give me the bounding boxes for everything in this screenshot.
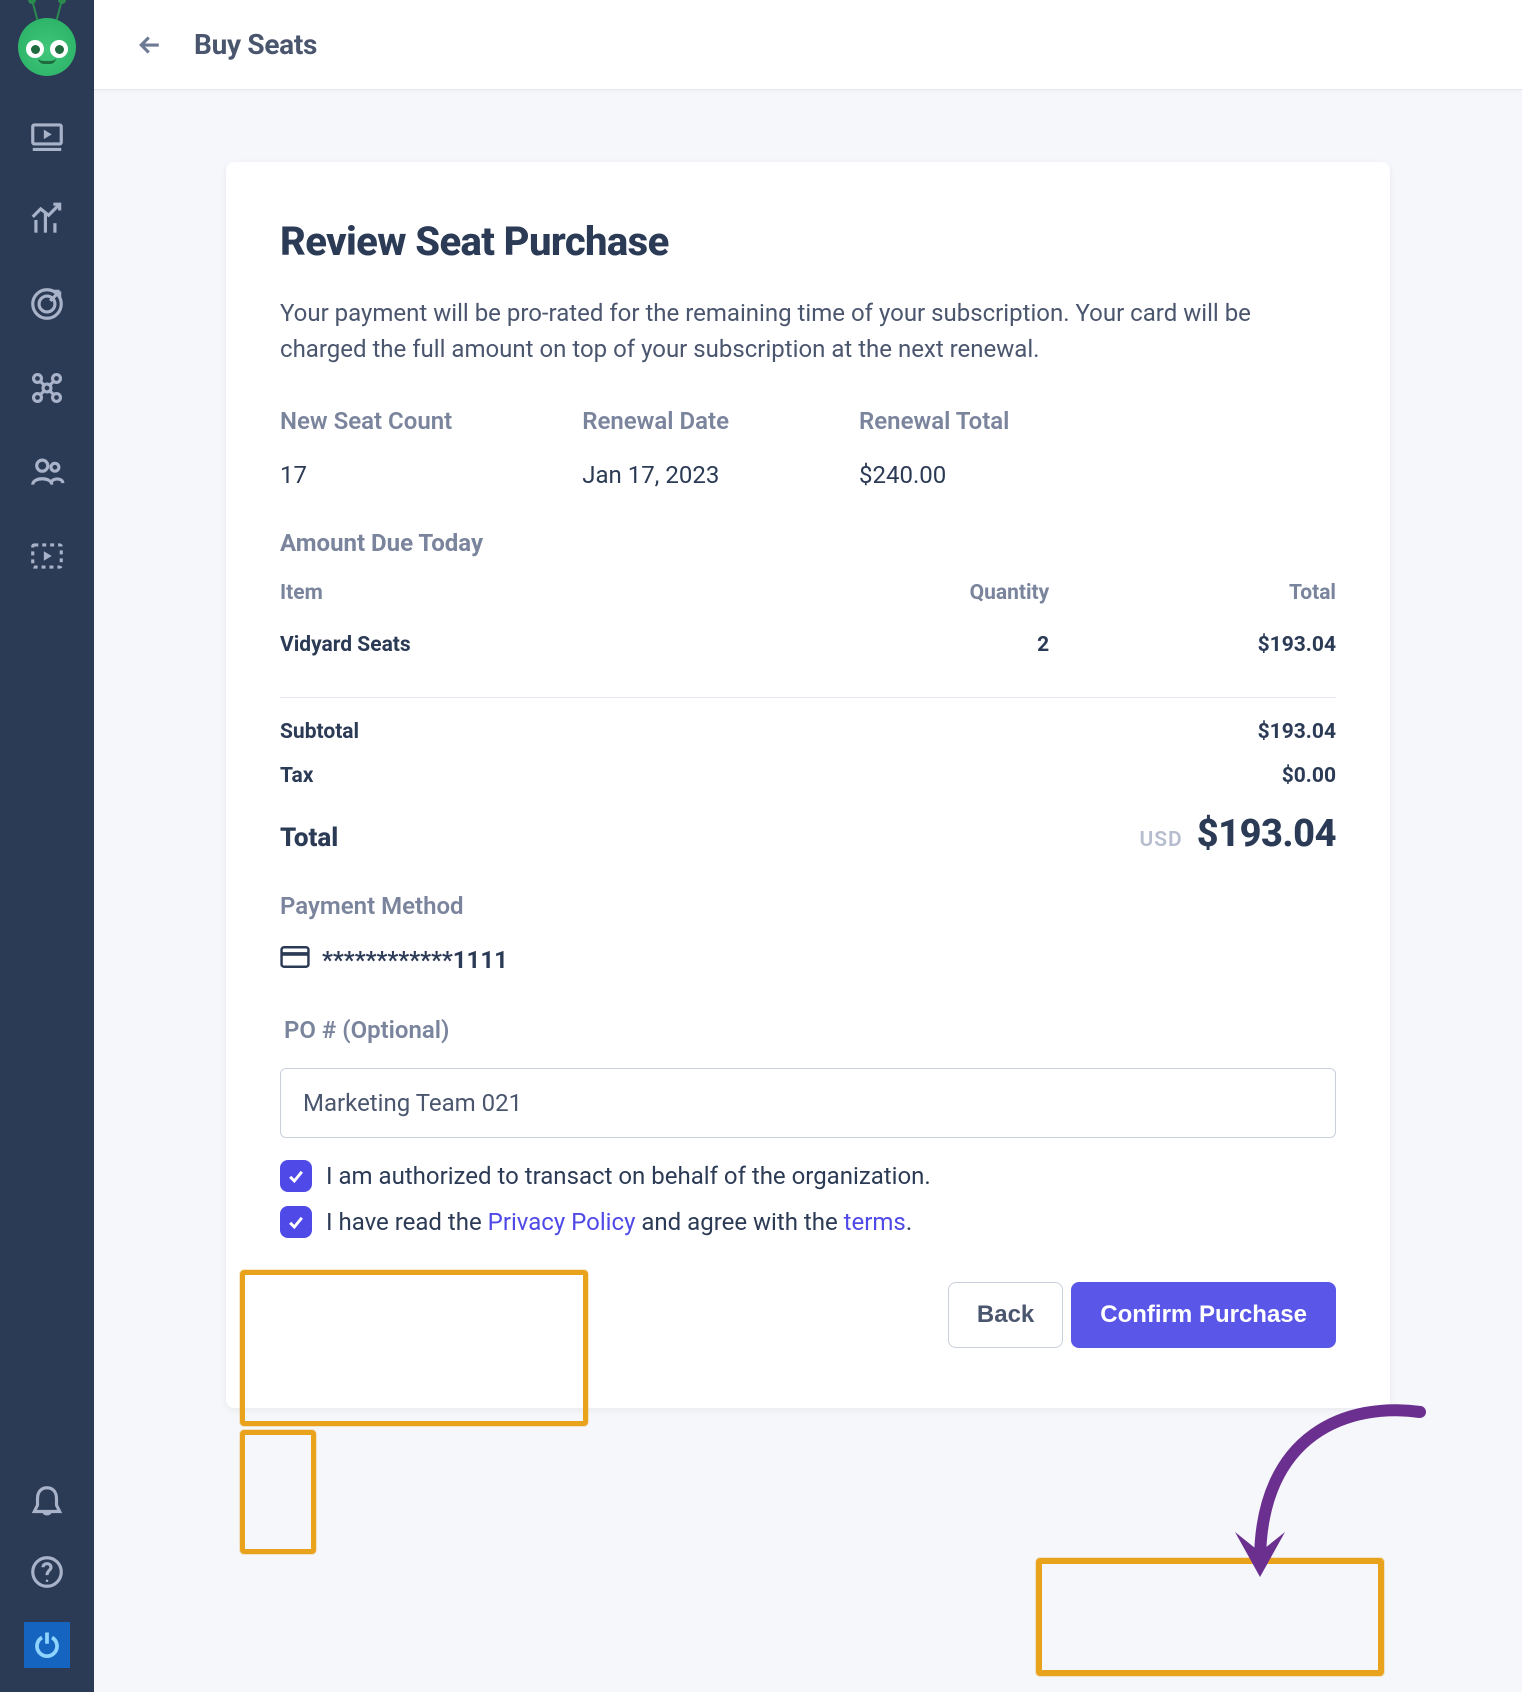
line-items-table: Item Quantity Total Vidyard Seats 2 $193… — [280, 581, 1336, 685]
confirm-purchase-button[interactable]: Confirm Purchase — [1071, 1282, 1336, 1348]
privacy-policy-link[interactable]: Privacy Policy — [488, 1208, 636, 1236]
video-editor-icon[interactable] — [27, 536, 67, 576]
review-purchase-card: Review Seat Purchase Your payment will b… — [226, 162, 1390, 1408]
credit-card-icon — [280, 946, 310, 974]
terms-link[interactable]: terms — [844, 1208, 906, 1236]
app-logo — [18, 18, 76, 76]
amount-due-label: Amount Due Today — [280, 529, 1336, 557]
total-label: Total — [280, 823, 338, 853]
payment-card-line: ************1111 — [280, 946, 1336, 974]
summary-columns: New Seat Count 17 Renewal Date Jan 17, 2… — [280, 407, 1336, 489]
table-row: Vidyard Seats 2 $193.04 — [280, 625, 1336, 685]
card-heading: Review Seat Purchase — [280, 218, 1336, 265]
terms-text: I have read the Privacy Policy and agree… — [326, 1208, 912, 1236]
renewal-date-label: Renewal Date — [582, 407, 729, 435]
renewal-total-value: $240.00 — [859, 461, 1009, 489]
sidebar — [0, 0, 94, 1692]
checkbox-checked-icon — [280, 1160, 312, 1192]
logout-button[interactable] — [24, 1622, 70, 1668]
integrations-icon[interactable] — [27, 368, 67, 408]
total-amount: $193.04 — [1197, 812, 1336, 856]
back-button[interactable]: Back — [948, 1282, 1063, 1348]
card-masked-number: ************1111 — [322, 946, 508, 974]
team-icon[interactable] — [27, 452, 67, 492]
page-title: Buy Seats — [194, 28, 317, 61]
card-description: Your payment will be pro-rated for the r… — [280, 295, 1336, 367]
annotation-highlight — [1036, 1558, 1384, 1676]
po-number-input[interactable] — [280, 1068, 1336, 1138]
authorized-text: I am authorized to transact on behalf of… — [326, 1162, 931, 1190]
analytics-icon[interactable] — [27, 200, 67, 240]
tax-row: Tax $0.00 — [280, 754, 1336, 798]
authorized-checkbox-row[interactable]: I am authorized to transact on behalf of… — [280, 1160, 1336, 1192]
target-icon[interactable] — [27, 284, 67, 324]
line-item-qty: 2 — [758, 625, 1049, 685]
renewal-date-value: Jan 17, 2023 — [582, 461, 729, 489]
renewal-total-label: Renewal Total — [859, 407, 1009, 435]
col-total: Total — [1049, 581, 1336, 625]
video-library-icon[interactable] — [27, 116, 67, 156]
po-label: PO # (Optional) — [280, 1010, 453, 1048]
currency-label: USD — [1139, 828, 1182, 852]
subtotal-label: Subtotal — [280, 720, 359, 744]
divider — [280, 697, 1336, 698]
line-item-total: $193.04 — [1049, 625, 1336, 685]
subtotal-value: $193.04 — [1258, 720, 1336, 744]
col-item: Item — [280, 581, 758, 625]
subtotal-row: Subtotal $193.04 — [280, 710, 1336, 754]
annotation-highlight — [240, 1430, 316, 1554]
back-arrow-icon[interactable] — [134, 29, 166, 61]
total-row: Total USD $193.04 — [280, 798, 1336, 862]
seat-count-label: New Seat Count — [280, 407, 452, 435]
line-item-name: Vidyard Seats — [280, 625, 758, 685]
seat-count-value: 17 — [280, 461, 452, 489]
tax-label: Tax — [280, 764, 313, 788]
terms-checkbox-row[interactable]: I have read the Privacy Policy and agree… — [280, 1206, 1336, 1238]
annotation-arrow-icon — [1150, 1392, 1430, 1632]
checkbox-checked-icon — [280, 1206, 312, 1238]
tax-value: $0.00 — [1282, 764, 1336, 788]
payment-method-label: Payment Method — [280, 892, 1336, 920]
topbar: Buy Seats — [94, 0, 1522, 90]
help-icon[interactable] — [27, 1552, 67, 1592]
notifications-icon[interactable] — [27, 1482, 67, 1522]
col-quantity: Quantity — [758, 581, 1049, 625]
